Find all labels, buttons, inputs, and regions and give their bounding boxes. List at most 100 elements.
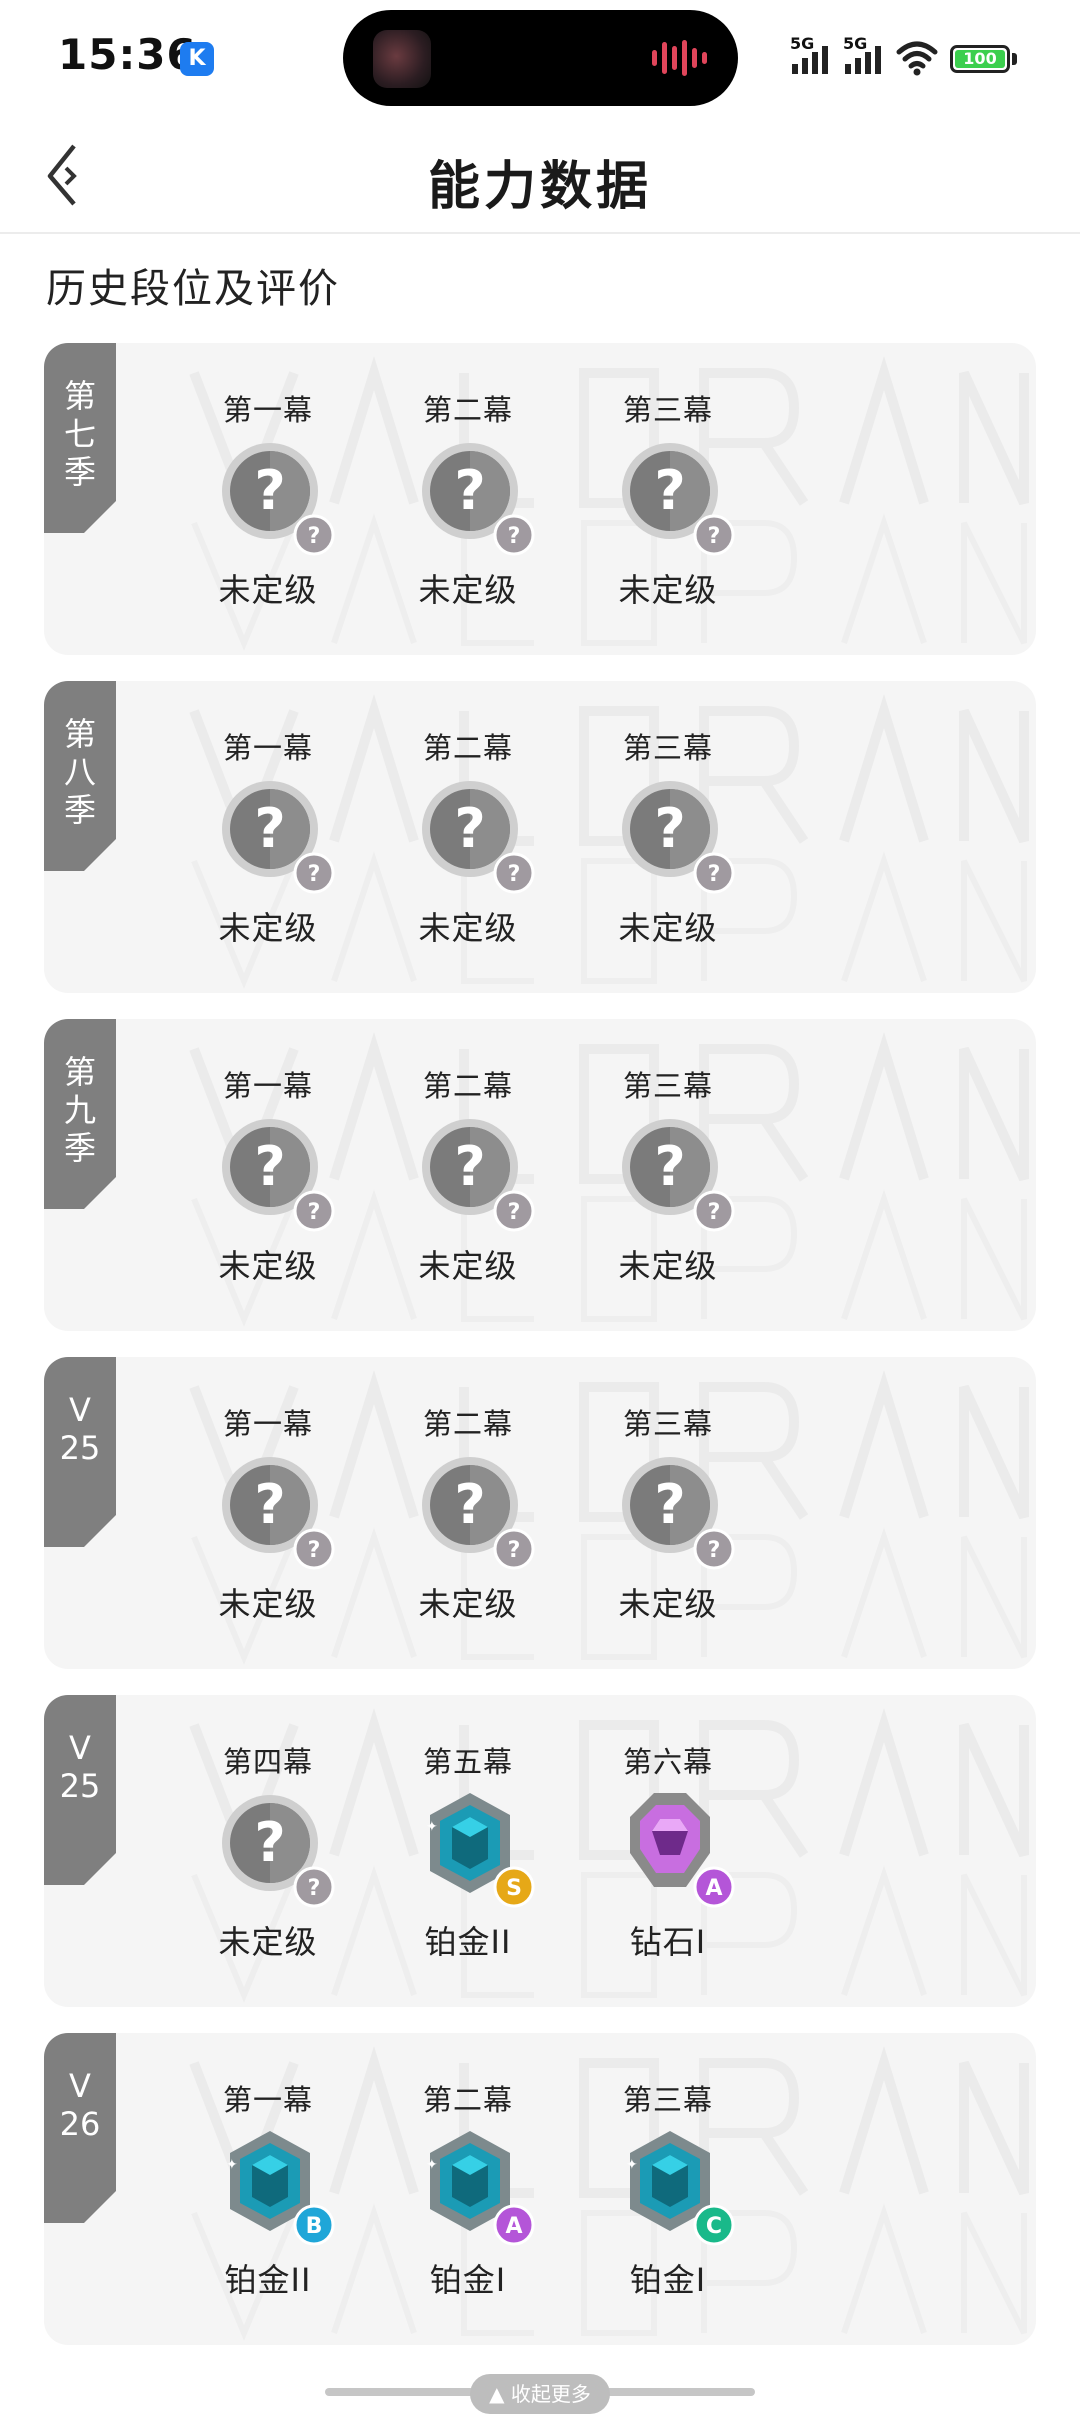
svg-text:B: B xyxy=(306,2214,323,2239)
rank-name: 未定级 xyxy=(618,909,718,947)
season-label: 第 八 季 xyxy=(63,715,96,829)
section-title: 历史段位及评价 xyxy=(46,266,340,312)
act-item[interactable]: 第五幕 ✦ S 铂金II xyxy=(368,1695,568,2007)
svg-text:✦: ✦ xyxy=(626,2157,638,2173)
collapse-more-button[interactable]: ▲ 收起更多 xyxy=(470,2374,610,2414)
act-item[interactable]: 第二幕?? 未定级 xyxy=(368,681,568,993)
act-name: 第一幕 xyxy=(222,1069,313,1103)
act-name: 第三幕 xyxy=(622,1069,713,1103)
act-name: 第二幕 xyxy=(422,393,513,427)
act-item[interactable]: 第三幕?? 未定级 xyxy=(568,681,768,993)
act-item[interactable]: 第一幕?? 未定级 xyxy=(168,1357,368,1669)
act-name: 第五幕 xyxy=(422,1745,513,1779)
svg-text:?: ? xyxy=(708,1200,721,1225)
status-time: 15:36 xyxy=(58,30,197,79)
svg-text:?: ? xyxy=(254,459,285,522)
grade-badge-icon: ? xyxy=(693,852,735,894)
grade-badge-icon: ? xyxy=(693,1190,735,1232)
audio-wave-icon xyxy=(652,40,707,76)
rank-name: 铂金I xyxy=(429,2261,507,2299)
act-name: 第三幕 xyxy=(622,393,713,427)
act-item[interactable]: 第三幕 ✦ C 铂金I xyxy=(568,2033,768,2345)
grade-badge-icon: ? xyxy=(293,1866,335,1908)
act-item[interactable]: 第一幕 ✦ B 铂金II xyxy=(168,2033,368,2345)
grade-badge-icon: ? xyxy=(493,852,535,894)
svg-text:?: ? xyxy=(308,1538,321,1563)
svg-text:?: ? xyxy=(708,862,721,887)
svg-text:?: ? xyxy=(654,459,685,522)
act-item[interactable]: 第四幕?? 未定级 xyxy=(168,1695,368,2007)
platinum-rank-icon: ✦A xyxy=(426,2131,535,2246)
act-name: 第三幕 xyxy=(622,2083,713,2117)
k-app-icon: K xyxy=(180,42,214,76)
svg-text:?: ? xyxy=(454,1473,485,1536)
act-item[interactable]: 第六幕 A 钻石I xyxy=(568,1695,768,2007)
season-label: V 25 xyxy=(59,1391,101,1467)
battery-tip xyxy=(1012,53,1017,65)
grade-badge-icon: A xyxy=(693,1866,735,1908)
media-thumbnail xyxy=(373,30,431,88)
act-item[interactable]: 第三幕?? 未定级 xyxy=(568,1357,768,1669)
season-card: 第 七 季 第一幕?? 未定级 第二幕?? 未定级 第三幕?? 未定级 xyxy=(44,343,1036,655)
svg-text:?: ? xyxy=(654,797,685,860)
rank-name: 未定级 xyxy=(418,1247,518,1285)
grade-badge-icon: ? xyxy=(293,1528,335,1570)
act-item[interactable]: 第一幕?? 未定级 xyxy=(168,681,368,993)
season-tab: V 25 xyxy=(44,1357,116,1547)
rank-name: 未定级 xyxy=(218,1585,318,1623)
unranked-rank-icon: ?? xyxy=(622,781,735,894)
unranked-rank-icon: ?? xyxy=(622,443,735,556)
act-name: 第三幕 xyxy=(622,1407,713,1441)
grade-badge-icon: A xyxy=(493,2204,535,2246)
act-name: 第二幕 xyxy=(422,731,513,765)
rank-name: 铂金I xyxy=(629,2261,707,2299)
rank-name: 未定级 xyxy=(618,571,718,609)
svg-text:?: ? xyxy=(508,1200,521,1225)
unranked-rank-icon: ?? xyxy=(222,781,335,894)
cell-signal-icon-2: 5G xyxy=(843,34,891,78)
svg-text:✦: ✦ xyxy=(426,2157,438,2173)
grade-badge-icon: ? xyxy=(293,514,335,556)
act-name: 第四幕 xyxy=(222,1745,313,1779)
svg-text:S: S xyxy=(506,1876,522,1901)
status-bar: 15:36 K 5G 5G 100 xyxy=(0,0,1080,120)
svg-text:?: ? xyxy=(654,1473,685,1536)
grade-badge-icon: C xyxy=(693,2204,735,2246)
act-item[interactable]: 第三幕?? 未定级 xyxy=(568,343,768,655)
svg-text:A: A xyxy=(705,1876,722,1901)
svg-text:?: ? xyxy=(508,524,521,549)
rank-name: 铂金II xyxy=(224,2261,312,2299)
unranked-rank-icon: ?? xyxy=(622,1457,735,1570)
act-item[interactable]: 第三幕?? 未定级 xyxy=(568,1019,768,1331)
rank-name: 未定级 xyxy=(218,1923,318,1961)
unranked-rank-icon: ?? xyxy=(422,1457,535,1570)
act-item[interactable]: 第二幕?? 未定级 xyxy=(368,1019,568,1331)
svg-text:?: ? xyxy=(308,524,321,549)
season-card: V 26 第一幕 ✦ B 铂金II 第二幕 ✦ A 铂金I 第三幕 ✦ C 铂金I xyxy=(44,2033,1036,2345)
svg-text:?: ? xyxy=(508,862,521,887)
act-name: 第一幕 xyxy=(222,393,313,427)
act-item[interactable]: 第二幕?? 未定级 xyxy=(368,1357,568,1669)
rank-name: 钻石I xyxy=(629,1923,707,1961)
act-item[interactable]: 第一幕?? 未定级 xyxy=(168,1019,368,1331)
act-item[interactable]: 第二幕 ✦ A 铂金I xyxy=(368,2033,568,2345)
unranked-rank-icon: ?? xyxy=(422,1119,535,1232)
unranked-rank-icon: ?? xyxy=(622,1119,735,1232)
grade-badge-icon: ? xyxy=(693,1528,735,1570)
svg-text:C: C xyxy=(706,2214,722,2239)
svg-text:✦: ✦ xyxy=(226,2157,238,2173)
wifi-icon xyxy=(896,41,938,76)
rank-name: 未定级 xyxy=(418,571,518,609)
act-item[interactable]: 第二幕?? 未定级 xyxy=(368,343,568,655)
act-name: 第二幕 xyxy=(422,1407,513,1441)
act-item[interactable]: 第一幕?? 未定级 xyxy=(168,343,368,655)
dynamic-island[interactable] xyxy=(343,10,738,106)
rank-name: 未定级 xyxy=(618,1247,718,1285)
grade-badge-icon: ? xyxy=(293,852,335,894)
platinum-rank-icon: ✦S xyxy=(426,1793,535,1908)
season-card: V 25 第一幕?? 未定级 第二幕?? 未定级 第三幕?? 未定级 xyxy=(44,1357,1036,1669)
svg-text:?: ? xyxy=(708,524,721,549)
act-name: 第一幕 xyxy=(222,1407,313,1441)
season-card: 第 九 季 第一幕?? 未定级 第二幕?? 未定级 第三幕?? 未定级 xyxy=(44,1019,1036,1331)
rank-name: 未定级 xyxy=(218,571,318,609)
